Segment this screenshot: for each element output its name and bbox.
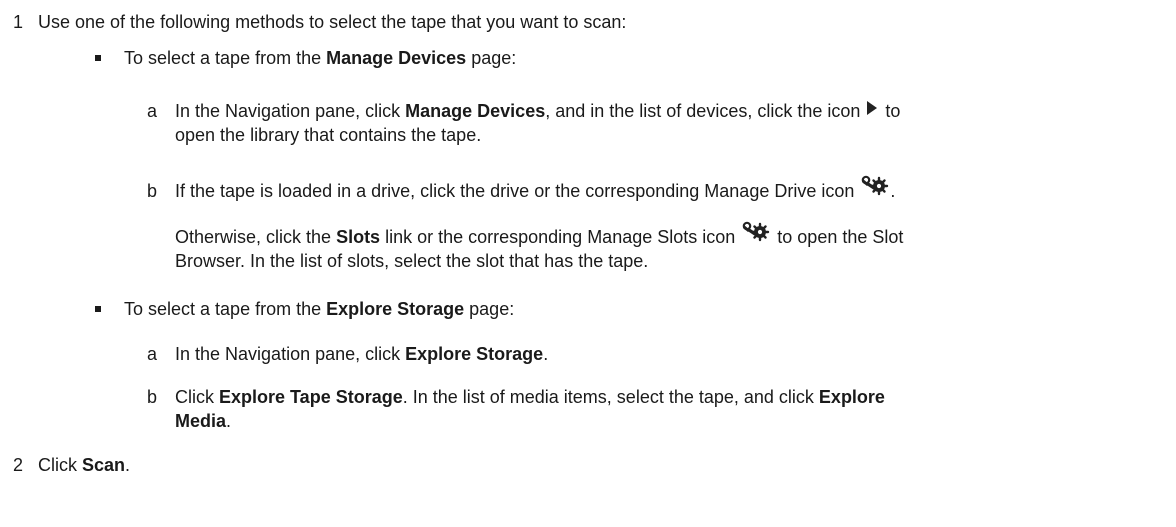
- method-explore-storage-intro: To select a tape from the Explore Storag…: [124, 299, 515, 319]
- step-1-text: Use one of the following methods to sele…: [38, 12, 627, 32]
- manage-devices-step-b-line2: Otherwise, click the Slots link or the c…: [175, 221, 903, 249]
- step-2-text: Click Scan.: [38, 455, 131, 475]
- step-a-letter: a: [147, 344, 158, 364]
- step-1-number: 1: [13, 12, 24, 32]
- manage-devices-step-b-line1: If the tape is loaded in a drive, click …: [175, 175, 895, 203]
- step-b-letter: b: [147, 387, 158, 407]
- bullet: [95, 306, 101, 312]
- method-manage-devices-intro: To select a tape from the Manage Devices…: [124, 48, 517, 68]
- step-a-letter: a: [147, 101, 158, 121]
- step-b-letter: b: [147, 181, 158, 201]
- explore-storage-step-b-line1: Click Explore Tape Storage. In the list …: [175, 387, 885, 407]
- explore-storage-step-b-line2: Media.: [175, 411, 232, 431]
- wrench-gear-icon: [741, 221, 771, 243]
- step-2-number: 2: [13, 455, 24, 475]
- explore-storage-step-a: In the Navigation pane, click Explore St…: [175, 344, 549, 364]
- manage-devices-step-b-line3: Browser. In the list of slots, select th…: [175, 251, 649, 271]
- play-arrow-icon: [867, 101, 878, 116]
- manage-devices-step-a-line1: In the Navigation pane, click Manage Dev…: [175, 101, 901, 121]
- manage-devices-step-a-line2: open the library that contains the tape.: [175, 125, 482, 145]
- wrench-gear-icon: [860, 175, 890, 197]
- bullet: [95, 55, 101, 61]
